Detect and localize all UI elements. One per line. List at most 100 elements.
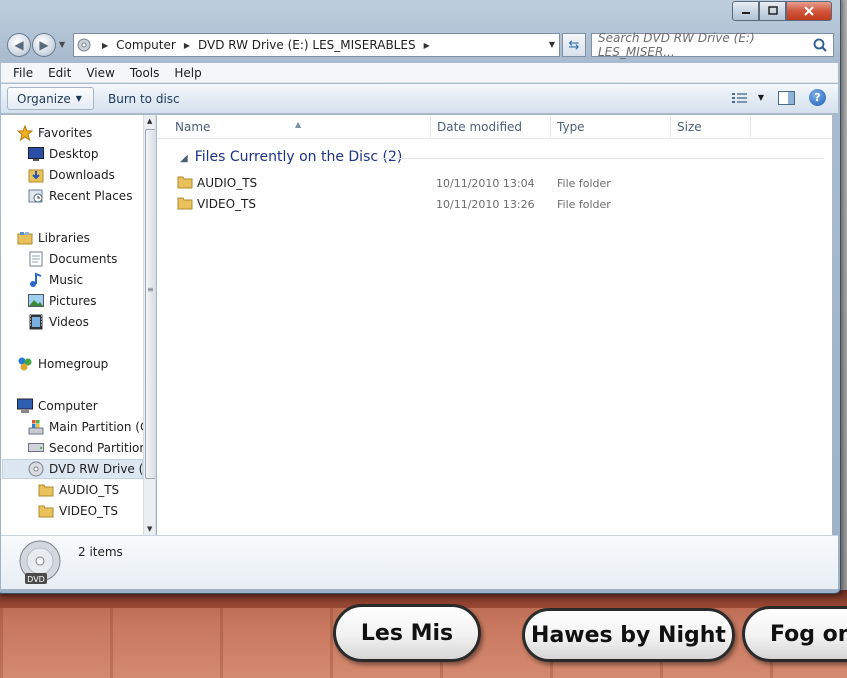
nav-audio-ts[interactable]: AUDIO_TS: [38, 480, 155, 500]
group-header[interactable]: ◢ Files Currently on the Disc (2): [180, 149, 402, 165]
nav-homegroup[interactable]: Homegroup: [17, 354, 155, 374]
nav-documents[interactable]: Documents: [28, 249, 155, 269]
nav-recent-places-label: Recent Places: [49, 189, 133, 203]
refresh-icon: ⇆: [568, 37, 580, 53]
refresh-button[interactable]: ⇆: [562, 33, 586, 57]
scroll-grip-icon: ≡: [147, 285, 154, 294]
nav-videos[interactable]: Videos: [28, 312, 155, 332]
address-dropdown-icon[interactable]: ▼: [549, 40, 555, 49]
column-size[interactable]: Size: [677, 120, 702, 134]
column-divider[interactable]: [550, 115, 551, 139]
file-row-audio-ts[interactable]: AUDIO_TS 10/11/2010 13:04 File folder: [177, 173, 817, 193]
nav-pictures[interactable]: Pictures: [28, 291, 155, 311]
breadcrumb-separator-icon[interactable]: ▶: [102, 41, 108, 50]
hawes-by-night-button[interactable]: Hawes by Night: [522, 608, 735, 662]
nav-computer[interactable]: Computer: [17, 396, 155, 416]
collapse-chevron-icon[interactable]: ◢: [180, 153, 188, 164]
nav-desktop[interactable]: Desktop: [28, 144, 155, 164]
navigation-row: ◀ ▶ ▼ ▶ Computer ▶ DVD RW Drive (E:) LES…: [1, 31, 838, 59]
nav-downloads-label: Downloads: [49, 168, 115, 182]
back-arrow-icon: ◀: [14, 38, 24, 52]
folder-icon: [177, 196, 193, 213]
hard-drive-icon: [28, 440, 44, 456]
scroll-up-icon[interactable]: ▲: [147, 117, 152, 125]
column-name[interactable]: Name: [175, 120, 210, 134]
organize-label: Organize: [17, 91, 71, 106]
chevron-down-icon[interactable]: ▼: [758, 93, 764, 102]
nav-music[interactable]: Music: [28, 270, 155, 290]
menu-edit[interactable]: Edit: [48, 66, 71, 80]
file-date: 10/11/2010 13:04: [436, 177, 535, 190]
maximize-button[interactable]: [759, 1, 786, 21]
menu-bar: File Edit View Tools Help: [1, 63, 838, 83]
nav-second-partition[interactable]: Second Partition: [28, 438, 155, 458]
column-date-modified[interactable]: Date modified: [437, 120, 522, 134]
nav-libraries-label: Libraries: [38, 231, 90, 245]
menu-tools[interactable]: Tools: [130, 66, 160, 80]
nav-main-partition[interactable]: Main Partition (C: [28, 417, 155, 437]
folder-icon: [177, 175, 193, 192]
homegroup-icon: [17, 356, 33, 372]
nav-documents-label: Documents: [49, 252, 118, 266]
chevron-down-icon: ▼: [75, 94, 82, 103]
maximize-icon: [767, 6, 778, 15]
nav-second-partition-label: Second Partition: [49, 441, 147, 455]
nav-computer-label: Computer: [38, 399, 98, 413]
breadcrumb-computer[interactable]: Computer: [116, 38, 176, 52]
address-bar[interactable]: ▶ Computer ▶ DVD RW Drive (E:) LES_MISER…: [73, 33, 560, 57]
dvd-drive-icon: [28, 461, 44, 477]
search-input[interactable]: Search DVD RW Drive (E:) LES_MISER...: [591, 31, 834, 59]
nav-downloads[interactable]: Downloads: [28, 165, 155, 185]
command-bar: Organize ▼ Burn to disc ▼ ?: [1, 84, 838, 114]
music-note-icon: [28, 272, 44, 288]
nav-video-ts[interactable]: VIDEO_TS: [38, 501, 155, 521]
change-view-button[interactable]: ▼: [731, 92, 764, 104]
pictures-icon: [28, 293, 44, 309]
breadcrumb-separator-icon[interactable]: ▶: [184, 41, 190, 50]
nav-favorites[interactable]: Favorites: [17, 123, 155, 143]
column-divider[interactable]: [430, 115, 431, 139]
nav-favorites-label: Favorites: [38, 126, 93, 140]
column-divider[interactable]: [670, 115, 671, 139]
breadcrumb-separator-icon[interactable]: ▶: [424, 41, 430, 50]
organize-button[interactable]: Organize ▼: [7, 87, 94, 110]
fog-on-button[interactable]: Fog on t: [742, 606, 847, 662]
preview-pane-button[interactable]: [778, 90, 795, 105]
file-name: VIDEO_TS: [197, 197, 256, 211]
breadcrumb-dvd-drive[interactable]: DVD RW Drive (E:) LES_MISERABLES: [198, 38, 416, 52]
sort-ascending-icon: ▲: [295, 120, 302, 129]
file-row-video-ts[interactable]: VIDEO_TS 10/11/2010 13:26 File folder: [177, 194, 817, 214]
details-pane: DVD 2 items: [1, 535, 838, 589]
help-button[interactable]: ?: [809, 89, 826, 106]
nav-recent-places[interactable]: Recent Places: [28, 186, 155, 206]
desktop-icon: [28, 146, 44, 162]
burn-to-disc-button[interactable]: Burn to disc: [108, 92, 180, 106]
scroll-down-icon[interactable]: ▼: [147, 525, 152, 533]
search-icon[interactable]: [812, 37, 828, 53]
close-icon: [804, 6, 814, 16]
menu-help[interactable]: Help: [174, 66, 201, 80]
forward-button[interactable]: ▶: [32, 33, 56, 57]
les-mis-button[interactable]: Les Mis: [333, 604, 481, 662]
help-icon: ?: [809, 89, 826, 106]
documents-icon: [28, 251, 44, 267]
view-list-icon: [731, 92, 747, 103]
close-button[interactable]: [786, 1, 832, 21]
column-divider[interactable]: [750, 115, 751, 139]
minimize-button[interactable]: [732, 1, 759, 21]
back-button[interactable]: ◀: [7, 33, 31, 57]
libraries-icon: [17, 230, 33, 246]
menu-file[interactable]: File: [13, 66, 33, 80]
explorer-window: ◀ ▶ ▼ ▶ Computer ▶ DVD RW Drive (E:) LES…: [0, 0, 841, 594]
menu-view[interactable]: View: [86, 66, 114, 80]
recent-pages-dropdown-icon[interactable]: ▼: [59, 40, 65, 49]
column-type[interactable]: Type: [557, 120, 585, 134]
preview-pane-icon: [778, 90, 795, 105]
scrollbar-thumb[interactable]: [145, 129, 155, 479]
navigation-scrollbar[interactable]: ▲ ≡ ▼: [143, 115, 155, 535]
nav-videos-label: Videos: [49, 315, 89, 329]
nav-dvd-drive[interactable]: DVD RW Drive (E:: [2, 459, 143, 479]
nav-homegroup-label: Homegroup: [38, 357, 109, 371]
downloads-folder-icon: [28, 167, 44, 183]
nav-libraries[interactable]: Libraries: [17, 228, 155, 248]
